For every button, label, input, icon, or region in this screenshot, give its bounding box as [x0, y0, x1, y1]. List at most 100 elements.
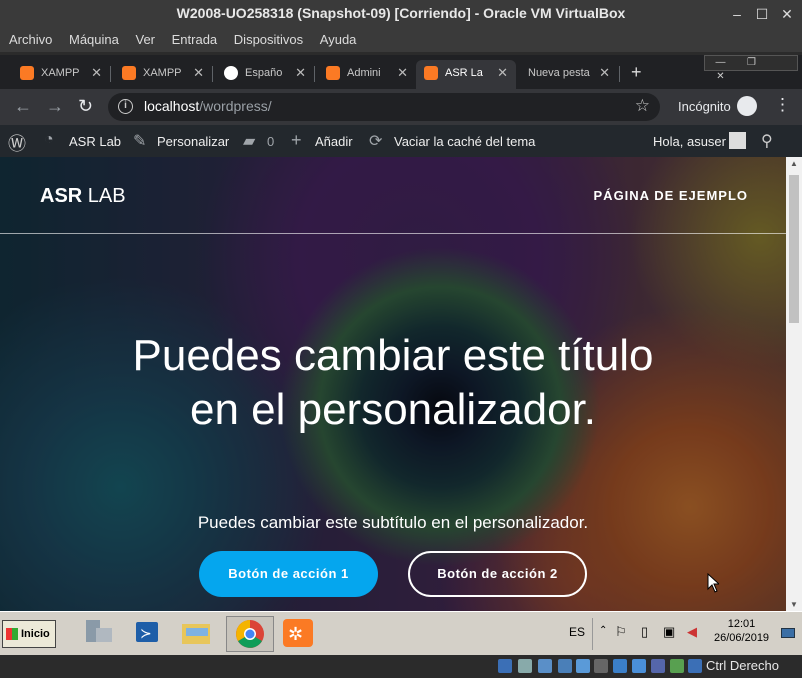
battery-icon[interactable]: ▯ — [641, 624, 648, 640]
show-hidden-icons-icon[interactable]: ⌃ — [599, 625, 607, 636]
tab-label: XAMPP — [143, 67, 181, 79]
adminbar-customize-link[interactable]: Personalizar — [157, 134, 229, 149]
tab-new-tab[interactable]: Nueva pesta ✕ — [518, 60, 618, 89]
site-info-icon[interactable]: i — [118, 99, 133, 114]
xampp-taskbar-icon[interactable]: ✲ — [276, 616, 324, 652]
adminbar-purge-link[interactable]: Vaciar la caché del tema — [394, 134, 535, 149]
close-button[interactable]: ✕ — [776, 4, 798, 24]
menu-maquina[interactable]: Máquina — [60, 28, 119, 47]
optical-drive-icon[interactable] — [518, 659, 532, 673]
audio-icon[interactable] — [538, 659, 552, 673]
tab-xampp-2[interactable]: XAMPP ✕ — [114, 60, 212, 89]
start-button[interactable]: Inicio — [2, 620, 56, 648]
avatar[interactable] — [729, 132, 746, 149]
guest-screen: XAMPP ✕ XAMPP ✕ Españo ✕ Admini ✕ ASR La… — [0, 55, 802, 655]
forward-icon[interactable]: → — [46, 96, 64, 117]
xampp-icon — [326, 66, 340, 80]
back-icon[interactable]: ← — [14, 96, 32, 117]
wordpress-icon — [224, 66, 238, 80]
menu-ver[interactable]: Ver — [126, 28, 155, 47]
volume-muted-icon[interactable]: ◀ — [687, 624, 697, 640]
incognito-icon — [737, 96, 757, 116]
url-text: localhost/wordpress/ — [144, 98, 272, 114]
host-key-label: Ctrl Derecho — [706, 658, 779, 673]
refresh-icon: ⟳ — [369, 133, 383, 150]
nav-menu-item[interactable]: PÁGINA DE EJEMPLO — [594, 188, 748, 203]
scroll-down-icon[interactable]: ▼ — [790, 600, 798, 609]
site-title[interactable]: ASR LAB — [40, 185, 126, 208]
hard-disk-icon[interactable] — [498, 659, 512, 673]
tab-label: ASR La — [445, 67, 483, 79]
close-tab-icon[interactable]: ✕ — [599, 65, 610, 81]
language-indicator[interactable]: ES — [569, 625, 585, 639]
explorer-icon[interactable] — [176, 616, 224, 652]
menu-dispositivos[interactable]: Dispositivos — [225, 28, 303, 47]
brush-icon: ✎ — [133, 133, 147, 150]
keyboard-capture-icon[interactable] — [688, 659, 702, 673]
scroll-up-icon[interactable]: ▲ — [790, 159, 798, 168]
hero-section: ASR LAB PÁGINA DE EJEMPLO Puedes cambiar… — [0, 157, 786, 611]
powershell-icon[interactable]: ≻ — [128, 616, 176, 652]
url-host: localhost — [144, 98, 200, 114]
chrome-icon[interactable] — [226, 616, 274, 652]
dashboard-icon: ◔ — [44, 131, 54, 148]
maximize-button[interactable]: ☐ — [751, 4, 773, 24]
reload-icon[interactable]: ↻ — [78, 96, 93, 117]
close-tab-icon[interactable]: ✕ — [295, 65, 306, 81]
shared-folders-icon[interactable] — [594, 659, 608, 673]
tab-espanol[interactable]: Españo ✕ — [216, 60, 314, 89]
vbox-menu-bar: Archivo Máquina Ver Entrada Dispositivos… — [0, 28, 802, 52]
tab-label: XAMPP — [41, 67, 79, 79]
site-title-light: LAB — [87, 185, 126, 207]
close-tab-icon[interactable]: ✕ — [397, 65, 408, 81]
adminbar-add-link[interactable]: Añadir — [315, 134, 353, 149]
menu-entrada[interactable]: Entrada — [163, 28, 218, 47]
close-tab-icon[interactable]: ✕ — [497, 65, 508, 81]
restore-icon[interactable]: ❐ — [736, 56, 767, 70]
wordpress-logo-icon[interactable]: Ⓦ — [8, 130, 26, 156]
xampp-icon — [122, 66, 136, 80]
action-button-2[interactable]: Botón de acción 2 — [408, 551, 587, 597]
xampp-icon — [424, 66, 438, 80]
network-adapter-icon[interactable] — [558, 659, 572, 673]
menu-kebab-icon[interactable]: ⋮ — [774, 95, 791, 115]
window-title: W2008-UO258318 (Snapshot-09) [Corriendo]… — [176, 5, 626, 21]
search-icon[interactable]: ⚲ — [761, 131, 773, 151]
close-tab-icon[interactable]: ✕ — [193, 65, 204, 81]
url-path: /wordpress/ — [199, 98, 272, 114]
page-scrollbar[interactable]: ▲ ▼ — [786, 157, 802, 611]
tab-xampp-1[interactable]: XAMPP ✕ — [12, 60, 110, 89]
hero-title: Puedes cambiar este título en el persona… — [132, 331, 654, 434]
comment-count[interactable]: 0 — [267, 134, 274, 149]
server-manager-icon[interactable] — [80, 616, 128, 652]
close-tab-icon[interactable]: ✕ — [91, 65, 102, 81]
virtualization-icon[interactable] — [651, 659, 665, 673]
close-icon[interactable]: ✕ — [705, 70, 736, 84]
show-desktop-icon[interactable] — [781, 628, 795, 638]
new-tab-button[interactable]: + — [631, 62, 642, 83]
adminbar-greeting[interactable]: Hola, asuser — [653, 134, 726, 149]
recording-icon[interactable] — [632, 659, 646, 673]
browser-tab-bar: XAMPP ✕ XAMPP ✕ Españo ✕ Admini ✕ ASR La… — [0, 55, 802, 89]
clock[interactable]: 12:01 26/06/2019 — [714, 617, 769, 645]
minimize-button[interactable]: – — [726, 4, 748, 24]
start-label: Inicio — [21, 628, 50, 640]
action-button-1[interactable]: Botón de acción 1 — [199, 551, 378, 597]
bookmark-star-icon[interactable]: ☆ — [635, 96, 650, 116]
browser-toolbar: ← → ↻ i localhost/wordpress/ ☆ Incógnito… — [0, 89, 802, 125]
minimize-icon[interactable]: — — [705, 56, 736, 70]
network-icon[interactable]: ▣ — [663, 624, 675, 640]
tab-asr-lab[interactable]: ASR La ✕ — [416, 60, 516, 89]
usb-icon[interactable] — [576, 659, 590, 673]
comment-icon[interactable]: ▰ — [243, 131, 255, 151]
flag-icon[interactable]: ⚐ — [615, 624, 627, 640]
mouse-integration-icon[interactable] — [670, 659, 684, 673]
menu-archivo[interactable]: Archivo — [0, 28, 52, 47]
address-bar[interactable]: i localhost/wordpress/ ☆ — [108, 93, 660, 121]
scroll-thumb[interactable] — [789, 175, 799, 323]
adminbar-site-link[interactable]: ASR Lab — [69, 134, 121, 149]
tab-admin[interactable]: Admini ✕ — [318, 60, 416, 89]
menu-ayuda[interactable]: Ayuda — [311, 28, 357, 47]
vbox-status-bar: Ctrl Derecho — [0, 655, 802, 678]
display-icon[interactable] — [613, 659, 627, 673]
